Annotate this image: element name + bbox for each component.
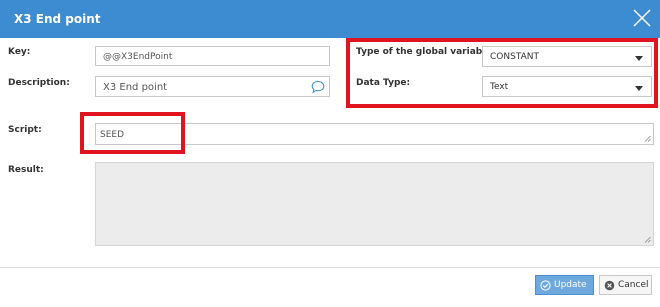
key-input[interactable]: @@X3EndPoint — [95, 46, 330, 66]
cancel-button[interactable]: Cancel — [599, 275, 652, 295]
key-label: Key: — [8, 47, 31, 57]
footer-divider — [0, 267, 660, 268]
cancel-label: Cancel — [618, 280, 649, 290]
resize-handle-icon[interactable] — [644, 135, 651, 142]
description-input[interactable]: X3 End point — [95, 76, 330, 97]
resize-handle-icon[interactable] — [644, 236, 651, 243]
dialog-titlebar: X3 End point — [0, 0, 660, 38]
comment-bubble-icon[interactable] — [311, 80, 325, 94]
description-value: X3 End point — [103, 82, 168, 93]
x-circle-icon — [604, 280, 615, 290]
update-button[interactable]: Update — [535, 275, 594, 295]
update-label: Update — [554, 280, 587, 290]
dialog-title: X3 End point — [14, 12, 101, 26]
script-label: Script: — [8, 125, 42, 135]
close-icon[interactable] — [631, 7, 653, 29]
highlight-box-script — [80, 112, 185, 154]
result-label: Result: — [8, 165, 44, 175]
highlight-box-type-settings — [346, 38, 658, 108]
check-circle-icon — [540, 279, 551, 291]
key-value: @@X3EndPoint — [103, 52, 173, 62]
result-textarea[interactable] — [95, 162, 654, 246]
description-label: Description: — [8, 78, 70, 88]
